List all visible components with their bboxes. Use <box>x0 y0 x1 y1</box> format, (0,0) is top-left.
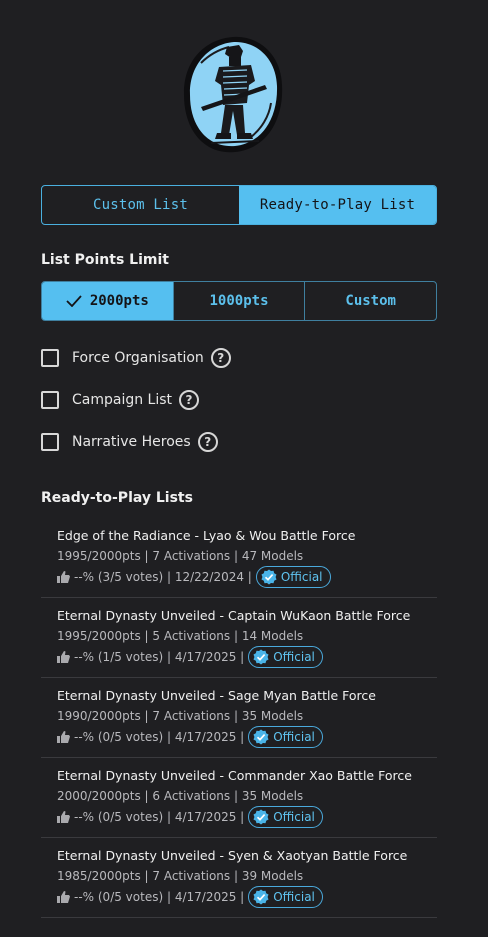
points-limit-toggle: 2000pts 1000pts Custom <box>41 281 437 321</box>
ready-lists: Edge of the Radiance - Lyao & Wou Battle… <box>41 518 437 918</box>
list-votes-line: --% (0/5 votes) | 4/17/2025 | Official <box>57 726 437 748</box>
thumbs-up-icon <box>57 731 70 743</box>
list-votes-line: --% (1/5 votes) | 4/17/2025 | Official <box>57 646 437 668</box>
list-name: Edge of the Radiance - Lyao & Wou Battle… <box>57 528 356 543</box>
thumbs-up-icon <box>57 571 70 583</box>
check-icon <box>66 295 82 307</box>
official-badge: Official <box>248 886 323 908</box>
list-votes-line: --% (0/5 votes) | 4/17/2025 | Official <box>57 886 437 908</box>
official-label: Official <box>280 570 323 584</box>
campaign-list-option[interactable]: Campaign List ? <box>41 389 200 411</box>
official-badge: Official <box>248 726 323 748</box>
list-votes: --% (1/5 votes) | 4/17/2025 | <box>74 650 245 664</box>
verified-icon <box>253 889 269 905</box>
list-stats: 1995/2000pts | 5 Activations | 14 Models <box>57 629 304 643</box>
official-label: Official <box>273 650 315 664</box>
list-type-toggle: Custom List Ready-to-Play List <box>41 185 437 225</box>
thumbs-up-icon <box>57 891 70 903</box>
narrative-heroes-option[interactable]: Narrative Heroes ? <box>41 431 218 453</box>
list-votes-line: --% (0/5 votes) | 4/17/2025 | Official <box>57 806 437 828</box>
force-organisation-checkbox[interactable] <box>41 349 59 367</box>
list-votes: --% (0/5 votes) | 4/17/2025 | <box>74 730 245 744</box>
help-icon[interactable]: ? <box>210 348 231 368</box>
ready-list-item[interactable]: Edge of the Radiance - Lyao & Wou Battle… <box>41 518 437 598</box>
verified-icon <box>253 729 269 745</box>
list-votes-line: --% (3/5 votes) | 12/22/2024 | Official <box>57 566 437 588</box>
army-builder-page: Custom List Ready-to-Play List List Poin… <box>0 0 488 937</box>
narrative-heroes-label: Narrative Heroes <box>72 434 191 450</box>
list-stats: 1990/2000pts | 7 Activations | 35 Models <box>57 709 304 723</box>
force-organisation-label: Force Organisation <box>72 350 204 366</box>
ready-lists-title: Ready-to-Play Lists <box>41 490 193 506</box>
official-badge: Official <box>248 806 323 828</box>
official-label: Official <box>273 730 315 744</box>
faction-emblem <box>183 36 283 153</box>
list-stats: 1995/2000pts | 7 Activations | 47 Models <box>57 549 304 563</box>
ready-list-item[interactable]: Eternal Dynasty Unveiled - Syen & Xaotya… <box>41 838 437 918</box>
points-option-1000[interactable]: 1000pts <box>172 282 305 320</box>
verified-icon <box>261 569 277 585</box>
verified-icon <box>253 809 269 825</box>
points-option-custom[interactable]: Custom <box>304 282 436 320</box>
thumbs-up-icon <box>57 811 70 823</box>
official-label: Official <box>273 890 315 904</box>
ready-list-item[interactable]: Eternal Dynasty Unveiled - Sage Myan Bat… <box>41 678 437 758</box>
list-votes: --% (3/5 votes) | 12/22/2024 | <box>74 570 252 584</box>
list-name: Eternal Dynasty Unveiled - Captain WuKao… <box>57 608 411 623</box>
campaign-list-checkbox[interactable] <box>41 391 59 409</box>
official-badge: Official <box>248 646 323 668</box>
official-label: Official <box>273 810 315 824</box>
points-option-2000[interactable]: 2000pts <box>42 282 173 320</box>
narrative-heroes-checkbox[interactable] <box>41 433 59 451</box>
points-limit-title: List Points Limit <box>41 252 169 268</box>
custom-list-tab[interactable]: Custom List <box>42 186 239 224</box>
campaign-list-label: Campaign List <box>72 392 173 408</box>
list-votes: --% (0/5 votes) | 4/17/2025 | <box>74 810 245 824</box>
thumbs-up-icon <box>57 651 70 663</box>
force-organisation-option[interactable]: Force Organisation ? <box>41 347 231 369</box>
list-stats: 1985/2000pts | 7 Activations | 39 Models <box>57 869 304 883</box>
verified-icon <box>253 649 269 665</box>
help-icon[interactable]: ? <box>197 432 218 452</box>
list-name: Eternal Dynasty Unveiled - Sage Myan Bat… <box>57 688 376 703</box>
help-icon[interactable]: ? <box>179 390 200 410</box>
list-votes: --% (0/5 votes) | 4/17/2025 | <box>74 890 245 904</box>
ready-list-item[interactable]: Eternal Dynasty Unveiled - Captain WuKao… <box>41 598 437 678</box>
ready-list-item[interactable]: Eternal Dynasty Unveiled - Commander Xao… <box>41 758 437 838</box>
ready-to-play-list-tab[interactable]: Ready-to-Play List <box>239 186 436 224</box>
points-option-label: 2000pts <box>89 293 149 309</box>
list-stats: 2000/2000pts | 6 Activations | 35 Models <box>57 789 304 803</box>
list-name: Eternal Dynasty Unveiled - Commander Xao… <box>57 768 412 783</box>
list-name: Eternal Dynasty Unveiled - Syen & Xaotya… <box>57 848 408 863</box>
official-badge: Official <box>255 566 331 588</box>
